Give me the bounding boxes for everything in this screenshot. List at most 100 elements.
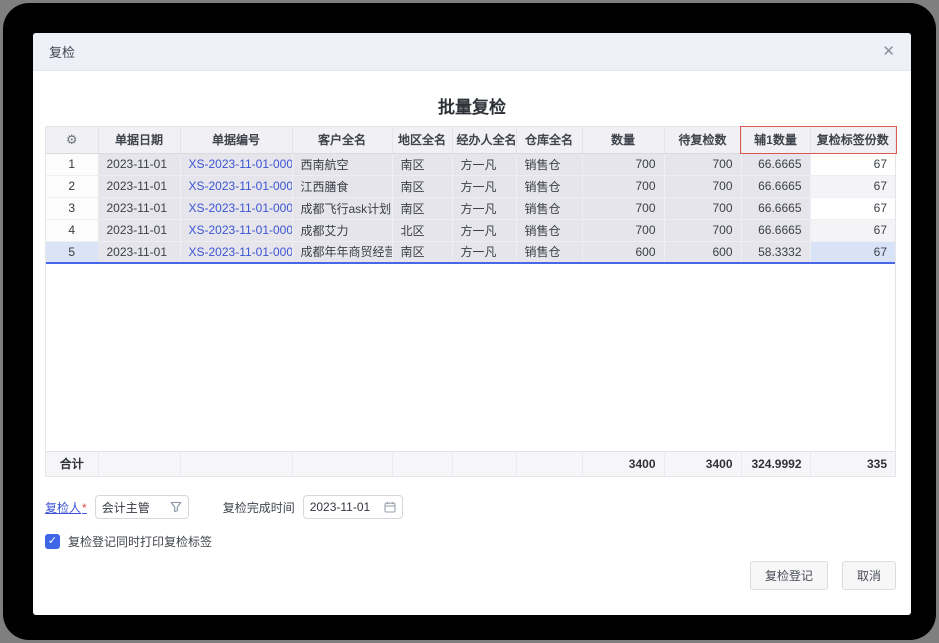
table-cell[interactable]: 北区: [392, 219, 452, 241]
document-link[interactable]: XS-2023-11-01-00047: [189, 157, 293, 171]
table-cell[interactable]: 66.6665: [741, 219, 810, 241]
total-value-cell: [516, 451, 582, 476]
close-icon[interactable]: ✕: [882, 44, 895, 59]
table-cell[interactable]: 方一凡: [452, 241, 516, 263]
table-header-row: ⚙ 单据日期单据编号客户全名地区全名经办人全名仓库全名数量待复检数辅1数量复检标…: [46, 127, 895, 153]
filter-icon[interactable]: [170, 501, 182, 513]
table-cell[interactable]: 江西膳食: [292, 175, 392, 197]
table-cell[interactable]: 2023-11-01: [98, 175, 180, 197]
column-header[interactable]: 经办人全名: [452, 127, 516, 153]
table-cell[interactable]: 南区: [392, 241, 452, 263]
row-number-cell[interactable]: 1: [46, 153, 98, 175]
table-cell[interactable]: 南区: [392, 197, 452, 219]
table-cell[interactable]: 700: [664, 153, 741, 175]
row-number-cell[interactable]: 2: [46, 175, 98, 197]
inspector-label[interactable]: 复检人*: [45, 499, 87, 516]
table-cell[interactable]: 西南航空: [292, 153, 392, 175]
table-cell[interactable]: 700: [664, 197, 741, 219]
table-cell[interactable]: 销售仓: [516, 197, 582, 219]
table-cell[interactable]: 销售仓: [516, 219, 582, 241]
table-row[interactable]: 52023-11-01 XS-2023-11-01-00051成都年年商贸经营部南…: [46, 241, 895, 263]
column-header[interactable]: 待复检数: [664, 127, 741, 153]
table-cell[interactable]: 方一凡: [452, 197, 516, 219]
document-link[interactable]: XS-2023-11-01-00051: [189, 245, 293, 259]
inspector-select[interactable]: [95, 495, 189, 519]
table-cell[interactable]: 2023-11-01: [98, 219, 180, 241]
total-value-cell: [452, 451, 516, 476]
document-link[interactable]: XS-2023-11-01-00049: [189, 201, 293, 215]
column-header[interactable]: 数量: [582, 127, 664, 153]
table-cell[interactable]: 66.6665: [741, 175, 810, 197]
table-cell[interactable]: 方一凡: [452, 175, 516, 197]
table-cell[interactable]: 销售仓: [516, 153, 582, 175]
table-cell[interactable]: 2023-11-01: [98, 197, 180, 219]
row-number-cell[interactable]: 4: [46, 219, 98, 241]
column-header[interactable]: 单据日期: [98, 127, 180, 153]
table-cell[interactable]: XS-2023-11-01-00051: [180, 241, 292, 263]
document-link[interactable]: XS-2023-11-01-00050: [189, 223, 293, 237]
register-button[interactable]: 复检登记: [750, 561, 828, 590]
table-cell[interactable]: 2023-11-01: [98, 241, 180, 263]
table-cell[interactable]: XS-2023-11-01-00047: [180, 153, 292, 175]
row-number-cell[interactable]: 5: [46, 241, 98, 263]
column-header[interactable]: 仓库全名: [516, 127, 582, 153]
table-row[interactable]: 42023-11-01 XS-2023-11-01-00050成都艾力北区方一凡销…: [46, 219, 895, 241]
calendar-icon[interactable]: [384, 501, 396, 513]
table-cell[interactable]: XS-2023-11-01-00050: [180, 219, 292, 241]
table-cell[interactable]: 700: [664, 175, 741, 197]
gear-icon[interactable]: ⚙: [66, 132, 78, 147]
table-cell[interactable]: 67: [810, 241, 895, 263]
inspector-input[interactable]: [102, 500, 166, 514]
table-row[interactable]: 12023-11-01 XS-2023-11-01-00047西南航空南区方一凡销…: [46, 153, 895, 175]
table-cell[interactable]: 700: [582, 175, 664, 197]
screen: 复检 ✕ 批量复检 ⚙ 单据日期单据编号客户全名地区全名经办人: [0, 0, 939, 643]
column-header[interactable]: 单据编号: [180, 127, 292, 153]
batch-recheck-grid: ⚙ 单据日期单据编号客户全名地区全名经办人全名仓库全名数量待复检数辅1数量复检标…: [45, 126, 896, 477]
table-cell[interactable]: 66.6665: [741, 153, 810, 175]
table-cell[interactable]: 58.3332: [741, 241, 810, 263]
table-cell[interactable]: 700: [582, 197, 664, 219]
total-value-cell: [180, 451, 292, 476]
column-header[interactable]: 复检标签份数: [810, 127, 895, 153]
table-cell[interactable]: XS-2023-11-01-00048: [180, 175, 292, 197]
column-header[interactable]: 地区全名: [392, 127, 452, 153]
table-cell[interactable]: 销售仓: [516, 175, 582, 197]
table-row[interactable]: 22023-11-01 XS-2023-11-01-00048江西膳食南区方一凡销…: [46, 175, 895, 197]
dialog-header: 复检 ✕: [33, 33, 911, 71]
footer-buttons: 复检登记 取消: [750, 561, 896, 590]
total-value-cell: [292, 451, 392, 476]
print-label-text: 复检登记同时打印复检标签: [68, 533, 212, 550]
table-cell[interactable]: 700: [664, 219, 741, 241]
table-cell[interactable]: 700: [582, 153, 664, 175]
table-cell[interactable]: 2023-11-01: [98, 153, 180, 175]
table-cell[interactable]: 销售仓: [516, 241, 582, 263]
table-cell[interactable]: 南区: [392, 175, 452, 197]
column-header[interactable]: 客户全名: [292, 127, 392, 153]
table-row[interactable]: 32023-11-01 XS-2023-11-01-00049成都飞行ask计划南…: [46, 197, 895, 219]
table-cell[interactable]: 66.6665: [741, 197, 810, 219]
table-cell[interactable]: 600: [582, 241, 664, 263]
column-settings-header[interactable]: ⚙: [46, 127, 98, 153]
table-cell[interactable]: 600: [664, 241, 741, 263]
table-cell[interactable]: 67: [810, 197, 895, 219]
row-number-cell[interactable]: 3: [46, 197, 98, 219]
table-cell[interactable]: 成都飞行ask计划: [292, 197, 392, 219]
table-cell[interactable]: 67: [810, 219, 895, 241]
print-label-checkbox[interactable]: ✓: [45, 534, 60, 549]
table-cell[interactable]: 67: [810, 175, 895, 197]
total-value-cell: 3400: [582, 451, 664, 476]
table-cell[interactable]: 成都艾力: [292, 219, 392, 241]
table-cell[interactable]: 方一凡: [452, 219, 516, 241]
time-input[interactable]: [310, 500, 380, 514]
table-cell[interactable]: 67: [810, 153, 895, 175]
time-picker[interactable]: [303, 495, 403, 519]
table-cell[interactable]: 成都年年商贸经营部: [292, 241, 392, 263]
table-cell[interactable]: XS-2023-11-01-00049: [180, 197, 292, 219]
column-header[interactable]: 辅1数量: [741, 127, 810, 153]
cancel-button[interactable]: 取消: [842, 561, 896, 590]
document-link[interactable]: XS-2023-11-01-00048: [189, 179, 293, 193]
table-cell[interactable]: 南区: [392, 153, 452, 175]
table-cell[interactable]: 700: [582, 219, 664, 241]
total-value-cell: [392, 451, 452, 476]
table-cell[interactable]: 方一凡: [452, 153, 516, 175]
